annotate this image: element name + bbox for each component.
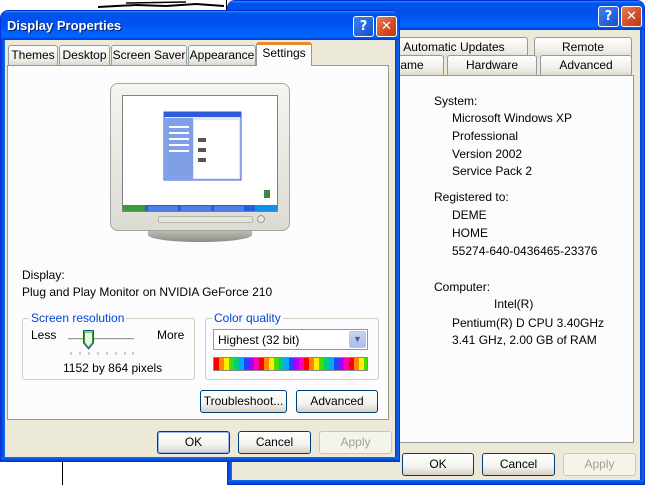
color-quality-value: Highest (32 bit) <box>218 333 300 347</box>
tab-advanced[interactable]: Advanced <box>540 55 632 76</box>
color-quality-select[interactable]: Highest (32 bit) ▼ <box>213 329 368 350</box>
ok-button[interactable]: OK <box>157 431 230 454</box>
advanced-button[interactable]: Advanced <box>296 390 378 413</box>
service-pack: Service Pack 2 <box>452 164 533 178</box>
tab-appearance[interactable]: Appearance <box>188 45 256 66</box>
cpu-model: Pentium(R) D CPU 3.40GHz <box>452 316 605 330</box>
os-edition: Professional <box>452 129 519 143</box>
chevron-down-icon[interactable]: ▼ <box>349 331 366 348</box>
tab-screen-saver[interactable]: Screen Saver <box>111 45 187 66</box>
cpu-vendor: Intel(R) <box>494 297 534 311</box>
os-name: Microsoft Windows XP <box>452 111 573 125</box>
help-icon[interactable]: ? <box>353 16 374 37</box>
registered-label: Registered to: <box>434 190 509 204</box>
system-cancel-button[interactable]: Cancel <box>482 453 555 476</box>
tab-desktop[interactable]: Desktop <box>59 45 110 66</box>
computer-label: Computer: <box>434 280 491 294</box>
tab-settings[interactable]: Settings <box>256 42 312 66</box>
desktop-scribble <box>97 1 225 8</box>
resolution-slider-thumb[interactable] <box>83 330 94 350</box>
os-version: Version 2002 <box>452 147 523 161</box>
cpu-memory: 3.41 GHz, 2.00 GB of RAM <box>452 333 597 347</box>
help-icon[interactable]: ? <box>598 6 619 27</box>
system-label: System: <box>434 94 478 108</box>
product-id: 55274-640-0436465-23376 <box>452 244 598 258</box>
system-ok-button[interactable]: OK <box>402 453 474 476</box>
troubleshoot-button[interactable]: Troubleshoot... <box>200 390 287 413</box>
tab-themes[interactable]: Themes <box>8 45 58 66</box>
apply-button[interactable]: Apply <box>319 431 392 454</box>
close-icon[interactable]: ✕ <box>621 6 642 27</box>
window-title: Display Properties <box>7 18 122 33</box>
resolution-slider-track[interactable] <box>68 338 134 341</box>
cancel-button[interactable]: Cancel <box>238 431 311 454</box>
registered-org: HOME <box>452 226 488 240</box>
system-apply-button[interactable]: Apply <box>563 453 636 476</box>
registered-user: DEME <box>452 208 487 222</box>
tab-hardware[interactable]: Hardware <box>447 55 537 76</box>
close-icon[interactable]: ✕ <box>376 16 397 37</box>
